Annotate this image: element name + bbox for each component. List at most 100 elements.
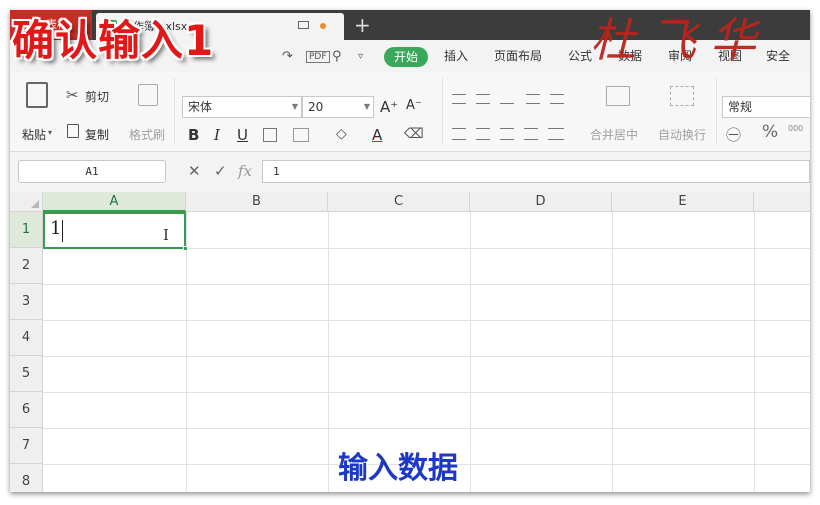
fill-handle[interactable] (183, 246, 188, 251)
percent-button[interactable]: % (762, 122, 778, 142)
font-name-dropdown[interactable]: 宋体 ▼ (182, 96, 302, 118)
merge-center-icon (606, 86, 630, 106)
font-name-value: 宋体 (188, 100, 213, 114)
italic-button[interactable]: I (214, 126, 220, 144)
cut-button[interactable]: 剪切 (85, 88, 109, 105)
scissors-icon: ✂ (66, 86, 79, 104)
font-color-button[interactable]: A (372, 126, 382, 144)
column-header-a[interactable]: A (43, 192, 186, 212)
gridline (186, 212, 187, 492)
copy-icon (67, 124, 79, 138)
active-cell-a1[interactable]: 1 I (43, 212, 188, 251)
border-icon[interactable] (263, 128, 277, 142)
overlay-caption: 输入数据 (338, 451, 458, 486)
gridline (754, 212, 755, 492)
copy-button[interactable]: 复制 (85, 126, 109, 143)
grow-font-button[interactable]: A⁺ (380, 98, 398, 116)
currency-icon[interactable]: ㊀ (726, 124, 741, 145)
unsaved-dot-icon (320, 23, 326, 29)
chevron-down-icon: ▼ (363, 102, 370, 111)
format-painter-button[interactable]: 格式刷 (129, 126, 165, 143)
divider (716, 78, 717, 144)
align-top-icon[interactable] (452, 94, 466, 104)
menu-tab-insert[interactable]: 插入 (444, 40, 468, 72)
row-header-2[interactable]: 2 (10, 248, 43, 284)
sheet-grid: A B C D E 1 2 3 4 5 6 7 8 1 I (10, 192, 810, 492)
bold-button[interactable]: B (188, 126, 199, 144)
signature-watermark: 杜飞华 (590, 13, 770, 67)
gridline (43, 428, 810, 429)
cell-a1-value: 1 (50, 218, 62, 239)
row-header-6[interactable]: 6 (10, 392, 43, 428)
justify-icon[interactable] (524, 128, 538, 140)
distribute-icon[interactable] (548, 128, 564, 140)
gridline (43, 284, 810, 285)
font-size-value: 20 (308, 100, 324, 114)
font-size-dropdown[interactable]: 20 ▼ (302, 96, 374, 118)
chevron-down-icon[interactable]: ▿ (358, 51, 363, 62)
spreadsheet-window: WPS 表格 S 工作簿1.xlsx + ↷ PDF ⚲ ▿ 开始 插入 页面布… (10, 10, 810, 492)
align-bottom-icon[interactable] (500, 98, 514, 104)
paste-icon[interactable] (26, 82, 48, 108)
chevron-down-icon: ▼ (291, 102, 298, 111)
indent-increase-icon[interactable] (550, 94, 564, 104)
formula-input[interactable]: 1 (262, 160, 810, 183)
text-cursor-icon: I (163, 226, 169, 244)
menu-tab-home[interactable]: 开始 (384, 47, 428, 67)
align-center-icon[interactable] (476, 128, 490, 140)
name-box-value: A1 (85, 165, 99, 178)
menu-tab-page-layout[interactable]: 页面布局 (494, 40, 542, 72)
text-caret (62, 220, 63, 242)
dropdown-arrow-icon[interactable]: ▾ (48, 128, 52, 137)
number-format-dropdown[interactable]: 常规 (722, 96, 810, 118)
overlay-title: 确认输入1 (12, 16, 215, 65)
row-header-4[interactable]: 4 (10, 320, 43, 356)
row-header-8[interactable]: 8 (10, 464, 43, 492)
align-left-icon[interactable] (452, 128, 466, 140)
formula-bar: A1 ✕ ✓ fx 1 (10, 152, 810, 192)
row-header-7[interactable]: 7 (10, 428, 43, 464)
redo-icon[interactable]: ↷ (282, 49, 293, 64)
row-header-5[interactable]: 5 (10, 356, 43, 392)
underline-button[interactable]: U (237, 126, 248, 144)
search-icon[interactable]: ⚲ (332, 49, 342, 64)
triangle-icon (31, 200, 39, 208)
wrap-text-button[interactable]: 自动换行 (658, 126, 706, 143)
name-box[interactable]: A1 (18, 160, 166, 183)
menu-tab-formulas[interactable]: 公式 (568, 40, 592, 72)
ribbon-toolbar: 粘贴 ▾ ✂ 剪切 复制 格式刷 宋体 ▼ 20 ▼ A⁺ A⁻ B I U ◇… (10, 72, 810, 152)
row-header-1[interactable]: 1 (10, 212, 43, 248)
insert-function-button[interactable]: fx (238, 162, 252, 180)
column-header-f[interactable] (754, 192, 810, 212)
indent-decrease-icon[interactable] (526, 94, 540, 104)
wrap-text-icon (670, 86, 694, 106)
gridline (470, 212, 471, 492)
decimal-icon[interactable]: 000 (788, 124, 803, 133)
column-header-c[interactable]: C (328, 192, 470, 212)
column-header-d[interactable]: D (470, 192, 612, 212)
gridline (612, 212, 613, 492)
number-format-value: 常规 (728, 100, 753, 114)
gridline (43, 356, 810, 357)
column-header-b[interactable]: B (186, 192, 328, 212)
format-painter-icon (138, 84, 158, 106)
monitor-icon[interactable] (298, 21, 309, 29)
new-tab-button[interactable]: + (354, 12, 371, 38)
select-all-corner[interactable] (10, 192, 43, 212)
column-header-e[interactable]: E (612, 192, 754, 212)
shrink-font-button[interactable]: A⁻ (406, 98, 422, 113)
pdf-export-icon[interactable]: PDF (306, 51, 330, 63)
gridline (43, 392, 810, 393)
confirm-entry-button[interactable]: ✓ (214, 162, 227, 180)
align-middle-icon[interactable] (476, 94, 490, 104)
divider (442, 78, 443, 144)
fill-style-icon[interactable] (293, 128, 309, 142)
clear-format-icon[interactable]: ⌫ (404, 126, 424, 142)
fill-color-icon[interactable]: ◇ (336, 126, 347, 142)
cancel-entry-button[interactable]: ✕ (188, 162, 201, 180)
row-header-3[interactable]: 3 (10, 284, 43, 320)
paste-button[interactable]: 粘贴 (22, 126, 46, 143)
align-right-icon[interactable] (500, 128, 514, 140)
merge-center-button[interactable]: 合并居中 (590, 126, 638, 143)
divider (174, 78, 175, 144)
